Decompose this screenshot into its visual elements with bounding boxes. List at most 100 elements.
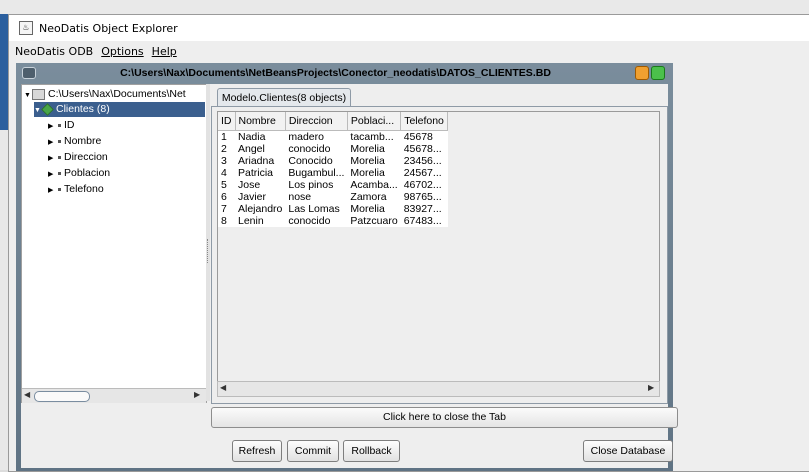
cell[interactable]: 24567... xyxy=(401,167,448,179)
cell[interactable]: Acamba... xyxy=(347,179,400,191)
tree-field-poblacion[interactable]: ▶ Poblacion xyxy=(48,166,110,181)
cell[interactable]: Zamora xyxy=(347,191,400,203)
scroll-right-icon[interactable]: ▶ xyxy=(194,390,200,399)
cell[interactable]: Lenin xyxy=(235,215,285,227)
cell[interactable]: 45678... xyxy=(401,143,448,155)
table-row[interactable]: 5 Jose Los pinos Acamba... 46702... xyxy=(218,179,447,191)
column-header[interactable]: Nombre xyxy=(235,112,286,131)
cell[interactable]: Nadia xyxy=(235,131,285,144)
cell[interactable]: 83927... xyxy=(401,203,448,215)
tab-modelo-clientes[interactable]: Modelo.Clientes(8 objects) xyxy=(217,88,351,107)
cell[interactable]: Morelia xyxy=(347,143,400,155)
cell[interactable]: 1 xyxy=(218,131,235,144)
cell[interactable]: Morelia xyxy=(347,167,400,179)
table-header-row: ID Nombre Direccion Poblaci... Telefono xyxy=(218,112,448,131)
class-tree: ▼ C:\Users\Nax\Documents\Net ▼ Clientes (8… xyxy=(21,84,207,403)
cell[interactable]: tacamb... xyxy=(347,131,400,144)
cell[interactable]: conocido xyxy=(285,143,347,155)
field-icon xyxy=(58,171,61,175)
column-header[interactable]: Direccion xyxy=(285,112,348,131)
cell[interactable]: Las Lomas xyxy=(285,203,347,215)
collapsed-icon[interactable]: ▶ xyxy=(48,119,56,134)
scroll-left-icon[interactable]: ◀ xyxy=(220,383,226,392)
frame-menu-icon[interactable] xyxy=(22,67,36,79)
menu-help[interactable]: Help xyxy=(152,45,177,58)
window-title-bar[interactable]: ♨ NeoDatis Object Explorer xyxy=(9,15,809,42)
cell[interactable]: 3 xyxy=(218,155,235,167)
folder-icon xyxy=(32,88,45,100)
divider-grip-icon[interactable] xyxy=(207,239,210,263)
table-horizontal-scrollbar[interactable]: ◀ ▶ xyxy=(217,381,660,397)
tree-horizontal-scrollbar[interactable]: ◀ ▶ xyxy=(22,388,206,403)
cell[interactable]: Ariadna xyxy=(235,155,285,167)
tree-class-label: Clientes (8) xyxy=(56,103,110,115)
cell[interactable]: 8 xyxy=(218,215,235,227)
cell[interactable]: 7 xyxy=(218,203,235,215)
collapsed-icon[interactable]: ▶ xyxy=(48,183,56,198)
cell[interactable]: 45678 xyxy=(401,131,448,144)
table-row[interactable]: 4 Patricia Bugambul... Morelia 24567... xyxy=(218,167,447,179)
cell[interactable]: Morelia xyxy=(347,155,400,167)
collapsed-icon[interactable]: ▶ xyxy=(48,167,56,182)
cell[interactable]: 4 xyxy=(218,167,235,179)
expand-icon[interactable]: ▼ xyxy=(24,88,32,103)
refresh-button[interactable]: Refresh xyxy=(232,440,282,462)
frame-content: ▼ C:\Users\Nax\Documents\Net ▼ Clientes (8… xyxy=(21,84,678,468)
tree-field-nombre[interactable]: ▶ Nombre xyxy=(48,134,101,149)
minimize-button[interactable] xyxy=(635,66,649,80)
cell[interactable]: 67483... xyxy=(401,215,448,227)
field-label: Direccion xyxy=(64,151,108,163)
cell[interactable]: Conocido xyxy=(285,155,347,167)
close-tab-button[interactable]: Click here to close the Tab xyxy=(211,407,678,428)
table-row[interactable]: 3 Ariadna Conocido Morelia 23456... xyxy=(218,155,447,167)
cell[interactable]: nose xyxy=(285,191,347,203)
cell[interactable]: Angel xyxy=(235,143,285,155)
tree-field-direccion[interactable]: ▶ Direccion xyxy=(48,150,108,165)
cell[interactable]: Patzcuaro xyxy=(347,215,400,227)
cell[interactable]: conocido xyxy=(285,215,347,227)
menu-options[interactable]: Options xyxy=(101,45,143,58)
table-row[interactable]: 2 Angel conocido Morelia 45678... xyxy=(218,143,447,155)
cell[interactable]: madero xyxy=(285,131,347,144)
column-header[interactable]: Telefono xyxy=(400,112,448,131)
neodatis-icon: ♨ xyxy=(19,21,33,35)
scroll-left-icon[interactable]: ◀ xyxy=(24,390,30,399)
cell[interactable]: Jose xyxy=(235,179,285,191)
class-cube-icon xyxy=(41,102,54,116)
table-row[interactable]: 7 Alejandro Las Lomas Morelia 83927... xyxy=(218,203,447,215)
cell[interactable]: 6 xyxy=(218,191,235,203)
cell[interactable]: 23456... xyxy=(401,155,448,167)
tree-field-id[interactable]: ▶ ID xyxy=(48,118,75,133)
menu-neodatis-odb[interactable]: NeoDatis ODB xyxy=(15,45,93,58)
cell[interactable]: 2 xyxy=(218,143,235,155)
tree-field-telefono[interactable]: ▶ Telefono xyxy=(48,182,104,197)
cell[interactable]: 5 xyxy=(218,179,235,191)
cell[interactable]: Bugambul... xyxy=(285,167,347,179)
cell[interactable]: Morelia xyxy=(347,203,400,215)
collapsed-icon[interactable]: ▶ xyxy=(48,135,56,150)
field-icon xyxy=(58,187,61,191)
scroll-right-icon[interactable]: ▶ xyxy=(648,383,654,392)
maximize-button[interactable] xyxy=(651,66,665,80)
close-database-button[interactable]: Close Database xyxy=(583,440,673,462)
collapsed-icon[interactable]: ▶ xyxy=(48,151,56,166)
tree-root-node[interactable]: ▼ C:\Users\Nax\Documents\Net xyxy=(24,87,186,102)
frame-title-bar[interactable]: C:\Users\Nax\Documents\NetBeansProjects\… xyxy=(16,63,673,83)
field-label: Nombre xyxy=(64,135,102,147)
cell[interactable]: Javier xyxy=(235,191,285,203)
cell[interactable]: Patricia xyxy=(235,167,285,179)
column-header[interactable]: Poblaci... xyxy=(347,112,402,131)
cell[interactable]: 46702... xyxy=(401,179,448,191)
cell[interactable]: Alejandro xyxy=(235,203,285,215)
tree-class-node[interactable]: ▼ Clientes (8) xyxy=(34,102,205,117)
expand-icon[interactable]: ▼ xyxy=(34,103,42,118)
rollback-button[interactable]: Rollback xyxy=(343,440,400,462)
commit-button[interactable]: Commit xyxy=(287,440,339,462)
table-row[interactable]: 1 Nadia madero tacamb... 45678 xyxy=(218,131,447,144)
scroll-thumb[interactable] xyxy=(34,391,90,402)
cell[interactable]: Los pinos xyxy=(285,179,347,191)
table-row[interactable]: 8 Lenin conocido Patzcuaro 67483... xyxy=(218,215,447,227)
table-row[interactable]: 6 Javier nose Zamora 98765... xyxy=(218,191,447,203)
column-header[interactable]: ID xyxy=(218,112,236,131)
cell[interactable]: 98765... xyxy=(401,191,448,203)
